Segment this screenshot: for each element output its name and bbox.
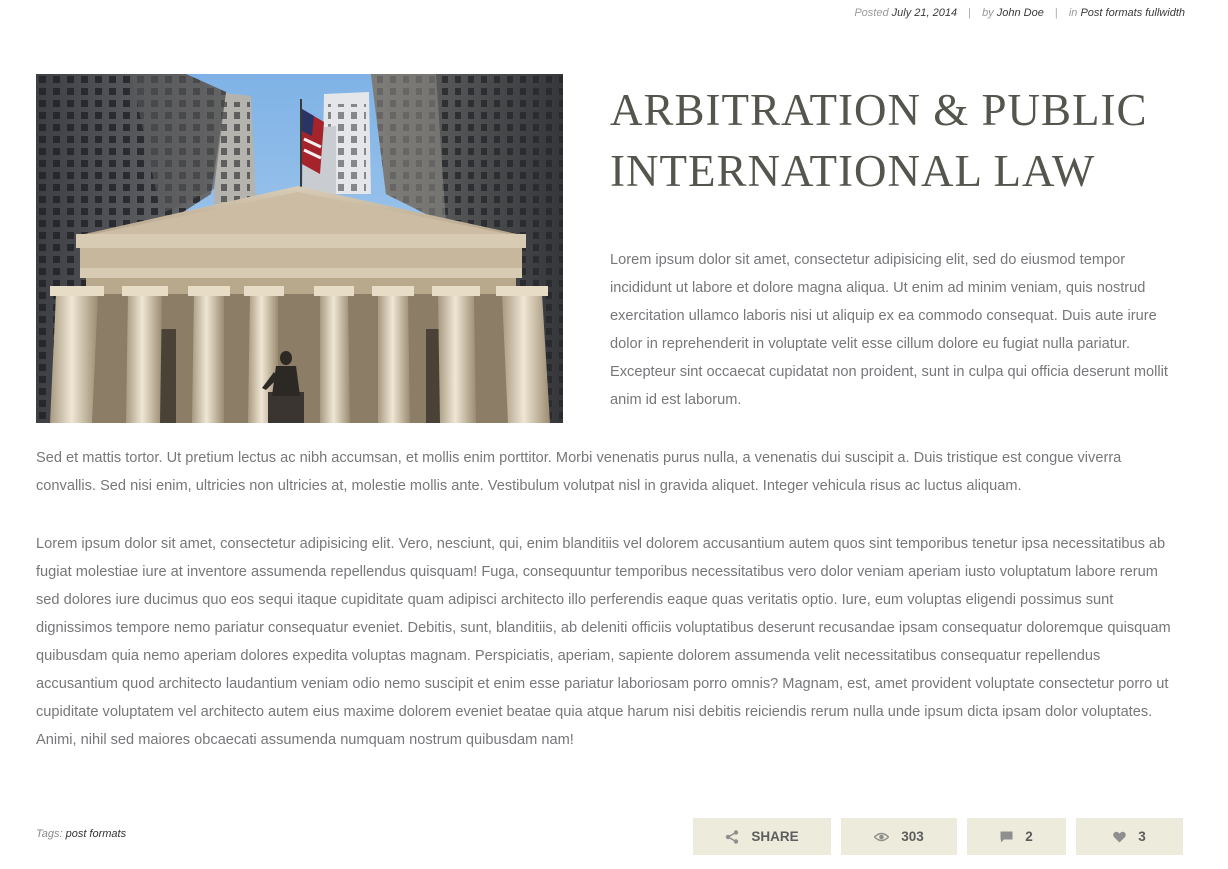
comment-icon xyxy=(1000,831,1013,843)
eye-icon xyxy=(874,832,890,842)
federal-hall-photo xyxy=(36,74,563,423)
share-label: SHARE xyxy=(751,829,799,844)
tag-link[interactable]: post formats xyxy=(66,828,127,840)
tags: Tags: post formats xyxy=(36,828,126,840)
in-prefix: in xyxy=(1068,7,1078,19)
post-date-link[interactable]: July 21, 2014 xyxy=(892,7,957,19)
article: ARBITRATION & PUBLIC INTERNATIONAL LAW L… xyxy=(36,74,1184,784)
views-count: 303 xyxy=(901,829,924,844)
paragraph: Lorem ipsum dolor sit amet, consectetur … xyxy=(36,536,1171,748)
meta-separator: | xyxy=(968,7,971,19)
likes-button[interactable]: 3 xyxy=(1076,818,1183,855)
by-prefix: by xyxy=(982,7,994,19)
tags-label: Tags: xyxy=(36,828,63,840)
comments-count: 2 xyxy=(1025,829,1033,844)
likes-count: 3 xyxy=(1138,829,1146,844)
comments-button[interactable]: 2 xyxy=(967,818,1066,855)
share-button[interactable]: SHARE xyxy=(693,818,831,855)
meta-separator: | xyxy=(1054,7,1058,19)
category-link[interactable]: Post formats fullwidth xyxy=(1080,7,1185,19)
views-button[interactable]: 303 xyxy=(841,818,957,855)
heart-icon xyxy=(1113,831,1127,843)
paragraph: Sed et mattis tortor. Ut pretium lectus … xyxy=(36,450,1122,494)
share-icon xyxy=(725,829,739,844)
post-actions: SHARE 303 2 3 xyxy=(693,818,1183,855)
post-meta: Posted July 21, 2014 | by John Doe | in … xyxy=(854,7,1185,19)
featured-image xyxy=(36,74,563,423)
author-link[interactable]: John Doe xyxy=(997,7,1044,19)
posted-prefix: Posted xyxy=(854,7,889,19)
